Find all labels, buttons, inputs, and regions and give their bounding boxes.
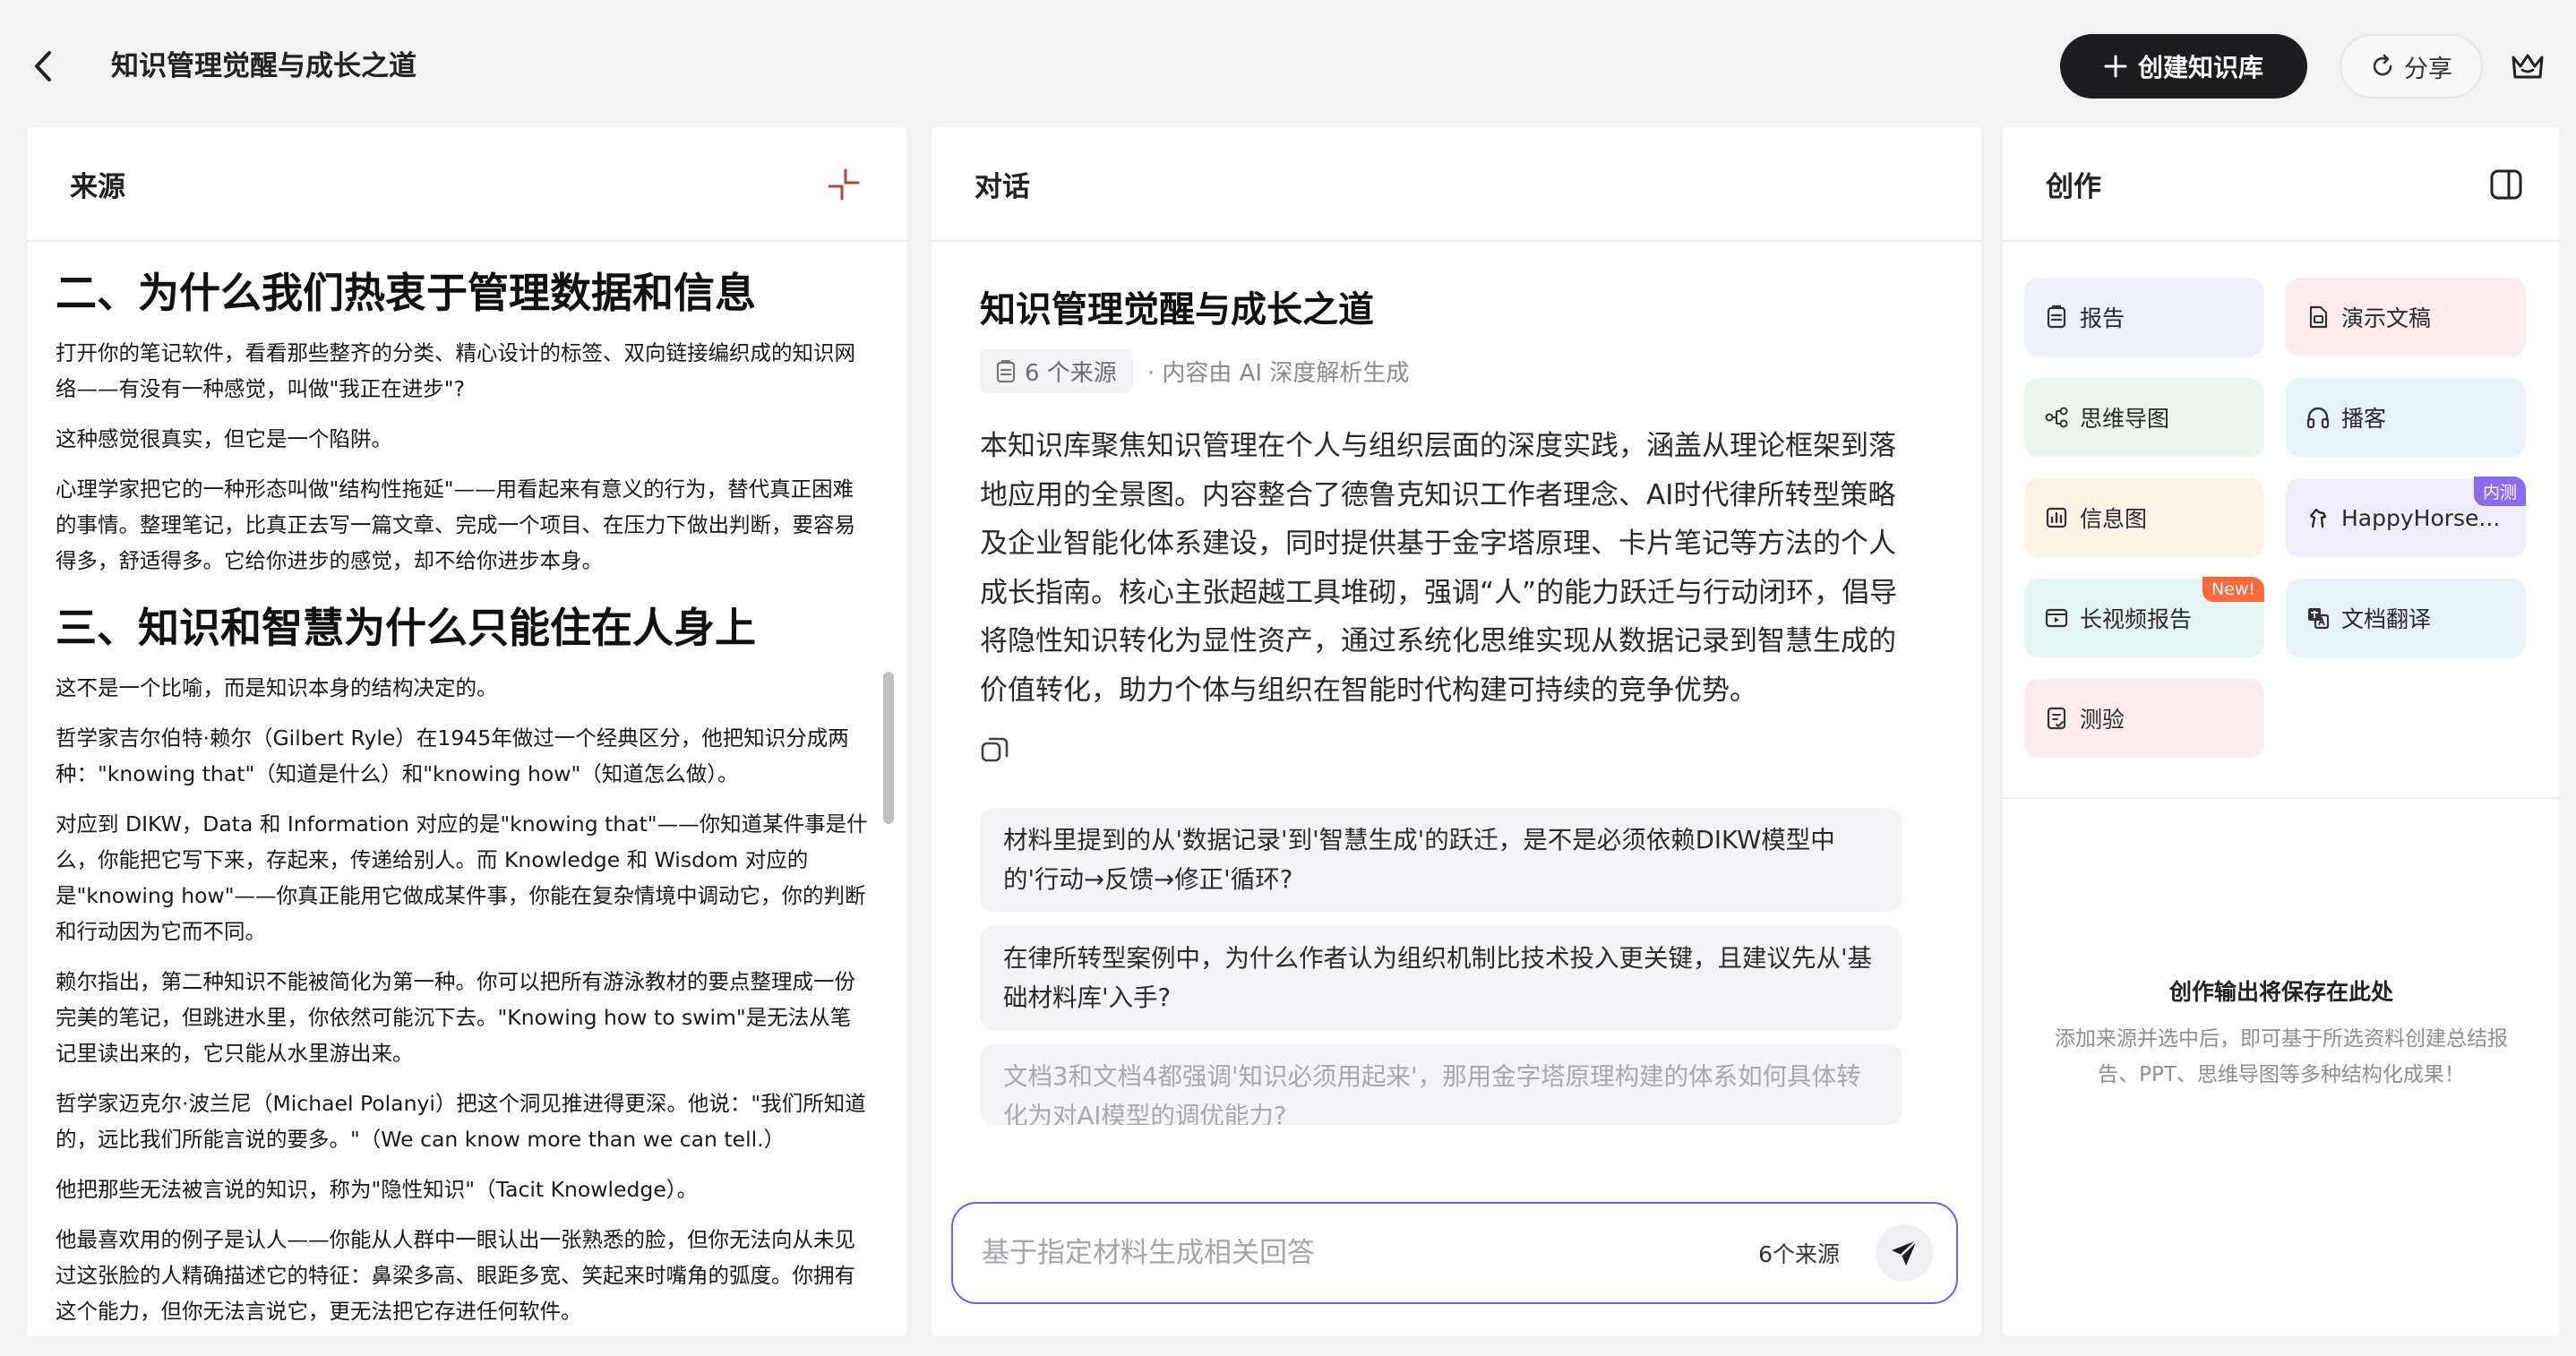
- knowledge-base-summary: 本知识库聚焦知识管理在个人与组织层面的深度实践，涵盖从理论框架到落地应用的全景图…: [980, 430, 1898, 707]
- infographic-icon: [2046, 507, 2067, 528]
- new-badge: New!: [2202, 577, 2264, 602]
- paragraph: 这种感觉很真实，但它是一个陷阱。: [56, 426, 392, 451]
- tool-label: 信息图: [2080, 506, 2148, 532]
- tool-long-video-report[interactable]: 长视频报告 New!: [2024, 577, 2264, 657]
- suggested-question[interactable]: 材料里提到的从'数据记录'到'智慧生成'的跃迁，是不是必须依赖DIKW模型中的'…: [980, 808, 1902, 912]
- tool-translate[interactable]: 文档翻译: [2286, 579, 2526, 657]
- paragraph: 哲学家吉尔伯特·赖尔（Gilbert Ryle）在1945年做过一个经典区分，他…: [56, 725, 849, 786]
- tool-happyhorse[interactable]: HappyHorse... 内测: [2286, 476, 2526, 557]
- tool-mindmap[interactable]: 思维导图: [2024, 378, 2264, 457]
- source-chip-label: 6 个来源: [1025, 360, 1117, 387]
- tool-label: 文档翻译: [2341, 606, 2432, 632]
- paragraph: 打开你的笔记软件，看看那些整齐的分类、精心设计的标签、双向链接编织成的知识网络—…: [56, 340, 855, 401]
- mindmap-icon: [2045, 407, 2068, 428]
- source-document-content: 二、为什么我们热衷于管理数据和信息 打开你的笔记软件，看看那些整齐的分类、精心设…: [27, 244, 906, 1336]
- send-button[interactable]: [1876, 1224, 1933, 1282]
- tool-label: 思维导图: [2080, 406, 2170, 432]
- tool-podcast[interactable]: 播客: [2286, 378, 2526, 457]
- copy-icon[interactable]: [980, 734, 1010, 765]
- chevron-left-icon: [35, 51, 51, 82]
- tool-infographic[interactable]: 信息图: [2024, 478, 2264, 557]
- send-icon: [1892, 1240, 1918, 1266]
- slides-icon: [2309, 305, 2328, 329]
- sources-panel: 来源 二、为什么我们热衷于管理数据和信息 打开你的笔记软件，看看那些整齐的分类、…: [27, 127, 906, 1336]
- paragraph: 他把那些无法被言说的知识，称为"隐性知识"（Tacit Knowledge）。: [56, 1177, 699, 1202]
- create-label: 创建知识库: [2137, 53, 2263, 82]
- sidebar-toggle-icon[interactable]: [2488, 167, 2524, 202]
- chat-input-box: 6个来源: [951, 1202, 1958, 1304]
- plus-icon: [2104, 55, 2127, 78]
- tool-label: 测验: [2080, 707, 2125, 733]
- create-header: 创作: [2003, 127, 2560, 242]
- tool-label: 报告: [2080, 305, 2125, 331]
- report-icon: [2047, 305, 2066, 329]
- dialog-panel: 对话 知识管理觉醒与成长之道 6 个来源 · 内容由 AI 深度解析生成 本知识…: [932, 127, 1981, 1336]
- headphones-icon: [2306, 407, 2330, 429]
- source-selector[interactable]: 6个来源: [1758, 1237, 1840, 1269]
- section-heading: 三、知识和智慧为什么只能住在人身上: [56, 604, 756, 652]
- tool-report[interactable]: 报告: [2024, 278, 2264, 356]
- paragraph: 对应到 DIKW，Data 和 Information 对应的是"knowing…: [56, 811, 868, 944]
- sources-title: 来源: [70, 170, 125, 203]
- translate-icon: [2308, 608, 2330, 630]
- tool-label: 演示文稿: [2341, 305, 2432, 331]
- beta-badge: 内测: [2473, 476, 2526, 506]
- collapse-icon[interactable]: [826, 167, 862, 202]
- empty-state-title: 创作输出将保存在此处: [2168, 979, 2393, 1005]
- horse-icon: [2309, 508, 2327, 528]
- document-icon: [996, 359, 1016, 382]
- dialog-header: 对话: [932, 127, 1981, 242]
- knowledge-base-title: 知识管理觉醒与成长之道: [980, 289, 1374, 330]
- dialog-title: 对话: [975, 170, 1030, 203]
- membership-button[interactable]: [2506, 45, 2549, 88]
- sources-header: 来源: [27, 127, 906, 242]
- tool-slides[interactable]: 演示文稿: [2286, 278, 2526, 356]
- video-icon: [2045, 608, 2068, 628]
- tool-label: 长视频报告: [2080, 606, 2193, 632]
- page-title: 知识管理觉醒与成长之道: [111, 50, 416, 82]
- paragraph: 赖尔指出，第二种知识不能被简化为第一种。你可以把所有游泳教材的要点整理成一份完美…: [56, 969, 855, 1066]
- tool-label: 播客: [2341, 406, 2387, 432]
- share-button[interactable]: 分享: [2340, 34, 2483, 99]
- suggested-question[interactable]: 文档3和文档4都强调'知识必须用起来'，那用金字塔原理构建的体系如何具体转化为对…: [980, 1044, 1902, 1125]
- tool-label: HappyHorse...: [2341, 504, 2501, 531]
- creation-tools: 报告 演示文稿 思维导图 播客 信息图 HappyHorse... 内测 长视频…: [2024, 278, 2533, 758]
- chat-input[interactable]: [982, 1237, 1759, 1269]
- top-bar: 知识管理觉醒与成长之道 创建知识库 分享: [0, 0, 2576, 125]
- paragraph: 哲学家迈克尔·波兰尼（Michael Polanyi）把这个洞见推进得更深。他说…: [56, 1091, 866, 1152]
- share-label: 分享: [2404, 55, 2452, 83]
- tool-quiz[interactable]: 测验: [2024, 679, 2264, 758]
- ai-generated-note: · 内容由 AI 深度解析生成: [1146, 360, 1410, 387]
- create-title: 创作: [2046, 170, 2101, 203]
- create-knowledge-base-button[interactable]: 创建知识库: [2060, 34, 2307, 99]
- suggested-question[interactable]: 在律所转型案例中，为什么作者认为组织机制比技术投入更关键，且建议先从'基础材料库…: [980, 926, 1902, 1030]
- paragraph: 心理学家把它的一种形态叫做"结构性拖延"——用看起来有意义的行为，替代真正困难的…: [56, 476, 855, 573]
- empty-state-description: 添加来源并选中后，即可基于所选资料创建总结报告、PPT、思维导图等多种结构化成果…: [2055, 1027, 2508, 1086]
- source-count-chip[interactable]: 6 个来源: [980, 349, 1133, 393]
- paragraph: 这不是一个比喻，而是知识本身的结构决定的。: [56, 675, 498, 700]
- divider: [2003, 797, 2560, 799]
- paragraph: 他最喜欢用的例子是认人——你能从人群中一眼认出一张熟悉的脸，但你无法向从未见过这…: [56, 1227, 855, 1324]
- crown-icon: [2512, 54, 2544, 79]
- dialog-content: 知识管理觉醒与成长之道 6 个来源 · 内容由 AI 深度解析生成 本知识库聚焦…: [932, 244, 1981, 1336]
- back-button[interactable]: [25, 45, 61, 88]
- meta-row: 6 个来源 · 内容由 AI 深度解析生成: [980, 349, 1902, 393]
- quiz-icon: [2047, 707, 2066, 730]
- sources-scrollbar[interactable]: [883, 672, 894, 824]
- share-refresh-icon: [2373, 54, 2392, 76]
- section-heading: 二、为什么我们热衷于管理数据和信息: [56, 269, 756, 317]
- create-panel: 创作 报告 演示文稿 思维导图 播客 信息图 HappyHorse... 内测: [2003, 127, 2560, 1336]
